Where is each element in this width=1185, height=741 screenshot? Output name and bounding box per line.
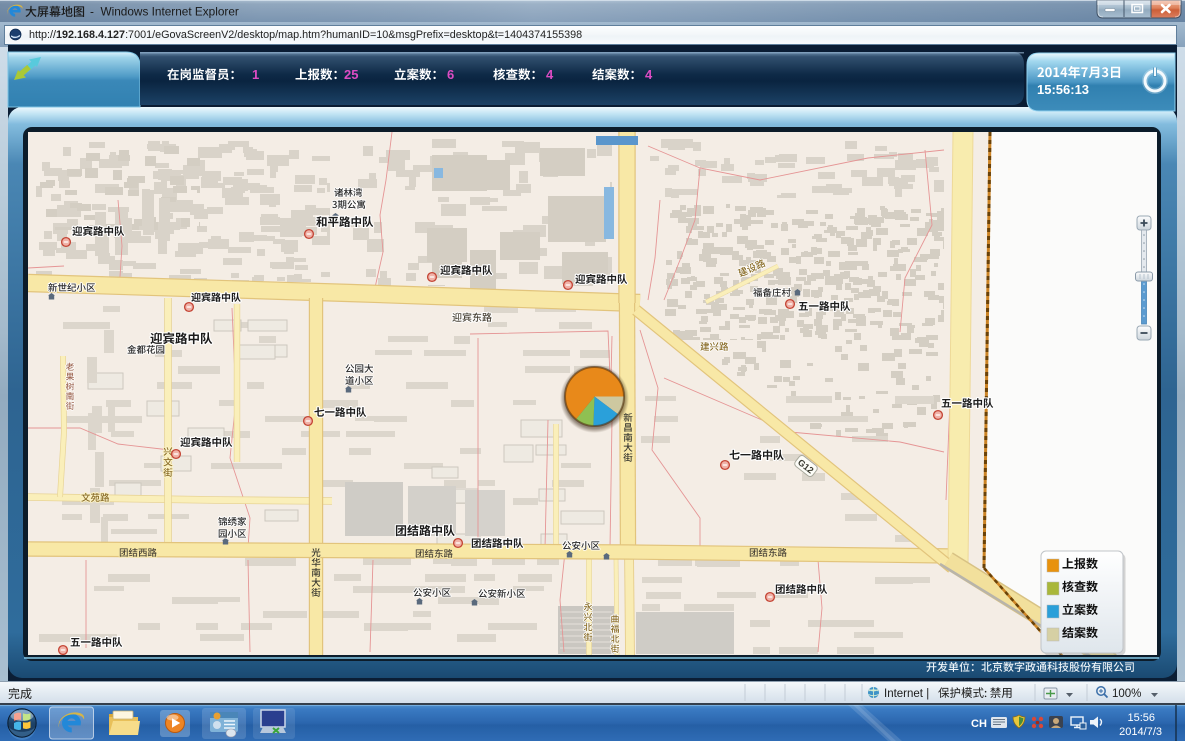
svg-text:15:56:13: 15:56:13 <box>1037 82 1089 97</box>
svg-text:http://192.168.4.127:7001/eGov: http://192.168.4.127:7001/eGovaScreenV2/… <box>29 29 582 41</box>
svg-text:4: 4 <box>546 67 554 82</box>
svg-text:100%: 100% <box>1112 688 1141 700</box>
svg-text:25: 25 <box>344 67 358 82</box>
svg-text:Internet |: Internet | <box>884 688 929 700</box>
svg-text:1: 1 <box>252 67 259 82</box>
svg-text:CH: CH <box>971 718 987 730</box>
svg-text:4: 4 <box>645 67 653 82</box>
svg-text:- Windows Internet Explorer: - Windows Internet Explorer <box>90 5 239 19</box>
svg-text:2014/7/3: 2014/7/3 <box>1119 726 1162 738</box>
svg-text:6: 6 <box>447 67 454 82</box>
svg-text:15:56: 15:56 <box>1127 712 1155 724</box>
